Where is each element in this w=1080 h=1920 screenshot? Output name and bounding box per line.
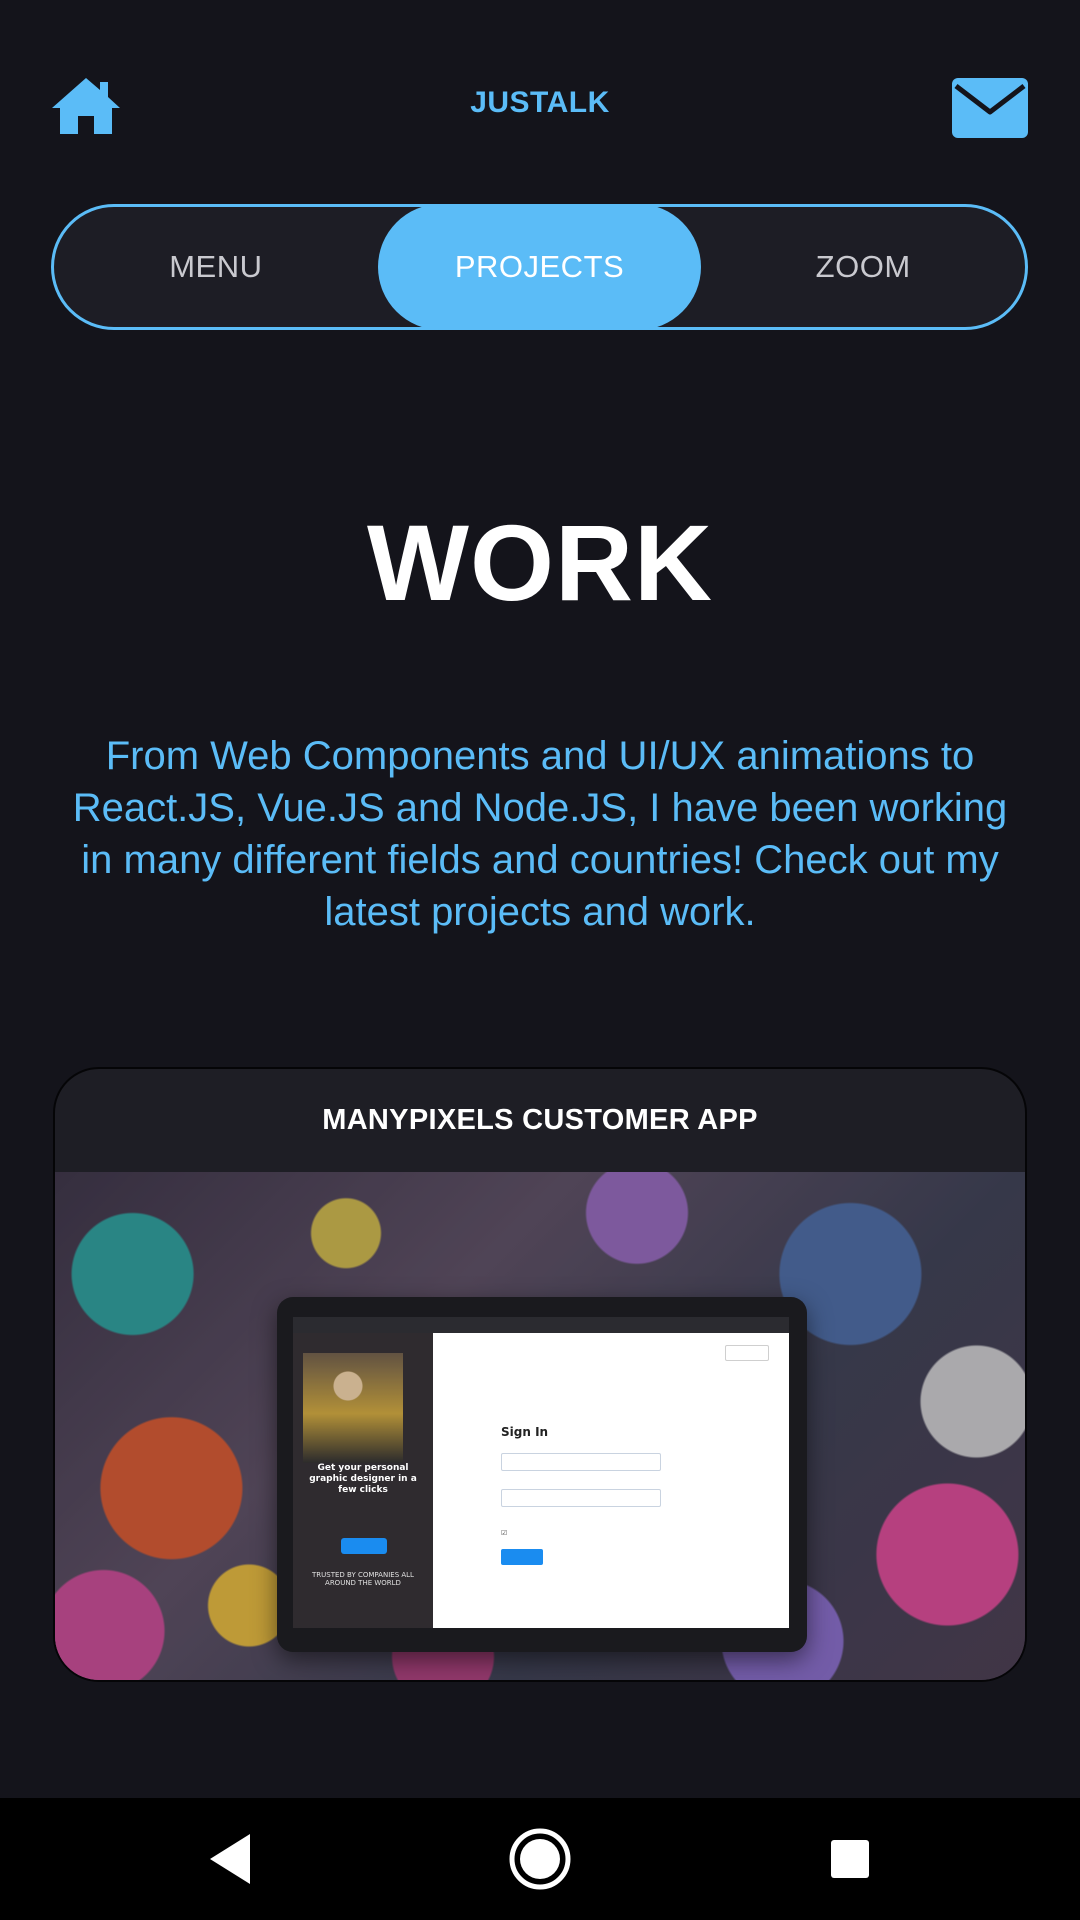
login-left-pane: Get your personal graphic designer in a … (293, 1333, 433, 1628)
designer-photo (303, 1353, 403, 1463)
system-nav-bar (0, 1798, 1080, 1920)
project-card[interactable]: MANYPIXELS CUSTOMER APP Get your persona… (53, 1067, 1027, 1682)
signup-button-mock (725, 1345, 769, 1361)
tab-zoom[interactable]: ZOOM (701, 207, 1025, 327)
password-field-mock (501, 1489, 661, 1507)
mail-icon (952, 78, 1028, 138)
left-pane-button (341, 1538, 387, 1554)
tablet-mockup: Get your personal graphic designer in a … (277, 1297, 807, 1652)
recents-button[interactable] (790, 1798, 910, 1920)
browser-bar (293, 1317, 789, 1333)
left-pane-footer: TRUSTED BY COMPANIES ALL AROUND THE WORL… (312, 1571, 414, 1587)
left-pane-text: Get your personal graphic designer in a … (309, 1463, 417, 1495)
brand-title[interactable]: JUSTALK (0, 86, 1080, 120)
email-field-mock (501, 1453, 661, 1471)
back-button[interactable] (170, 1798, 290, 1920)
recents-square-icon (831, 1840, 869, 1878)
back-triangle-icon (210, 1834, 250, 1884)
project-title: MANYPIXELS CUSTOMER APP (322, 1104, 758, 1136)
remember-checkbox-mock: ☑ (501, 1529, 508, 1537)
section-tabs: MENU PROJECTS ZOOM (51, 204, 1028, 330)
tab-menu[interactable]: MENU (54, 207, 378, 327)
signin-heading: Sign In (501, 1425, 549, 1439)
tab-projects[interactable]: PROJECTS (377, 204, 702, 330)
intro-text: From Web Components and UI/UX animations… (72, 734, 1008, 934)
home-nav-button[interactable] (480, 1798, 600, 1920)
home-circle-icon (509, 1828, 571, 1890)
project-image[interactable]: Get your personal graphic designer in a … (55, 1172, 1025, 1680)
signin-button-mock (501, 1549, 543, 1565)
app-header: JUSTALK (0, 0, 1080, 200)
tablet-screen: Get your personal graphic designer in a … (293, 1317, 789, 1628)
contact-button[interactable] (950, 76, 1030, 140)
page-title: WORK (367, 502, 713, 623)
